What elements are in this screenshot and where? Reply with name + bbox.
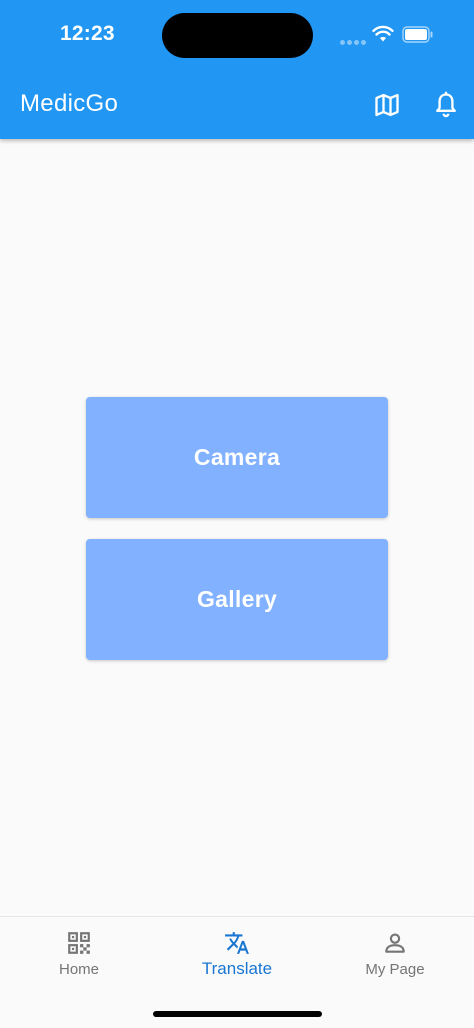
person-icon — [385, 933, 405, 953]
cellular-dots-icon — [340, 32, 368, 50]
wifi-icon — [372, 25, 394, 42]
nav-label-home: Home — [58, 961, 99, 978]
camera-button[interactable]: Camera — [86, 397, 388, 518]
qr-code-icon — [68, 932, 90, 954]
nav-label-translate: Translate — [201, 959, 273, 978]
app-bar: 12:23 MedicGo — [0, 0, 474, 139]
status-time: 12:23 — [60, 22, 115, 45]
gallery-button[interactable]: Gallery — [86, 539, 388, 660]
nav-item-translate[interactable]: Translate — [158, 917, 316, 997]
nav-item-home[interactable]: Home — [0, 917, 158, 997]
nav-item-my-page[interactable]: My Page — [316, 917, 474, 997]
map-icon[interactable] — [373, 91, 401, 119]
dynamic-island — [162, 13, 313, 58]
home-indicator — [153, 1011, 322, 1017]
app-title: MedicGo — [20, 90, 119, 117]
nav-label-my-page: My Page — [365, 961, 425, 978]
bell-icon[interactable] — [432, 91, 460, 119]
translate-icon — [225, 932, 249, 954]
battery-icon — [402, 26, 433, 43]
